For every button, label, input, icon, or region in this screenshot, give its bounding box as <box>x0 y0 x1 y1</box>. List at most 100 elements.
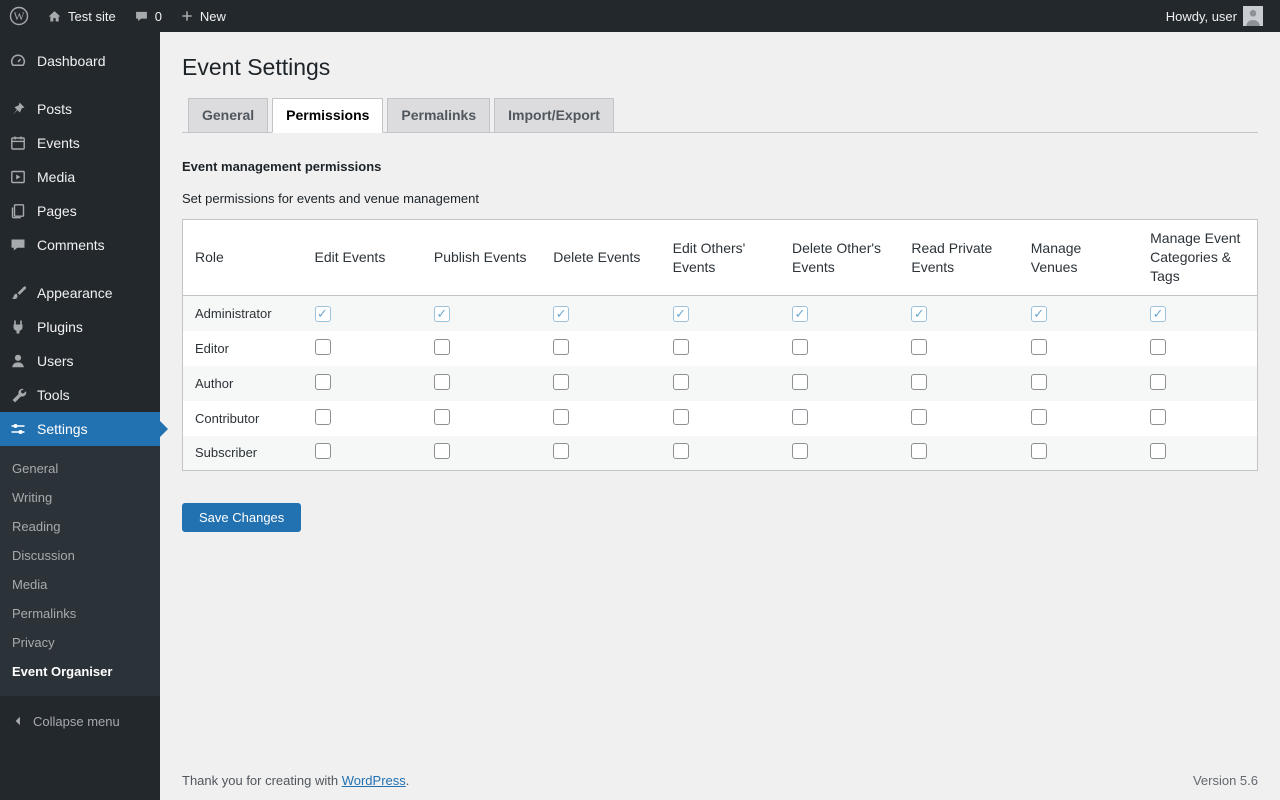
permission-cell <box>899 331 1018 366</box>
permission-cell <box>1019 401 1138 436</box>
submenu-item-reading[interactable]: Reading <box>0 512 160 541</box>
wordpress-link[interactable]: WordPress <box>342 773 406 788</box>
checkbox-contributor-delete-other-s-events[interactable] <box>792 408 808 425</box>
tab-general[interactable]: General <box>188 97 269 134</box>
checkbox-contributor-read-private-events[interactable] <box>911 408 928 425</box>
section-heading: Event management permissions <box>182 159 382 175</box>
sidebar-item-tools[interactable]: Tools <box>0 378 160 412</box>
submenu-item-discussion[interactable]: Discussion <box>0 541 160 570</box>
checkbox-author-edit-events[interactable] <box>314 373 331 390</box>
sidebar-item-posts[interactable]: Posts <box>0 92 160 126</box>
permission-cell <box>780 331 899 366</box>
sidebar-item-appearance[interactable]: Appearance <box>0 276 160 310</box>
checkbox-author-manage-event-categories-tags[interactable] <box>1150 373 1167 390</box>
account-menu[interactable]: Howdy, user <box>1157 6 1272 26</box>
checkbox-editor-edit-others-events[interactable] <box>672 338 689 355</box>
checkbox-editor-manage-venues[interactable] <box>1030 338 1047 355</box>
permission-cell <box>303 331 422 366</box>
permission-cell <box>422 436 541 471</box>
wordpress-icon: W <box>9 6 29 26</box>
permission-cell <box>1019 296 1138 331</box>
submenu-item-event-organiser[interactable]: Event Organiser <box>0 657 160 686</box>
active-menu-arrow <box>160 421 168 437</box>
permission-cell <box>541 401 660 436</box>
checkbox-subscriber-delete-other-s-events[interactable] <box>792 443 808 460</box>
checkbox-editor-edit-events[interactable] <box>314 338 331 355</box>
site-name-menu[interactable]: Test site <box>38 0 125 32</box>
permission-cell <box>780 296 899 331</box>
checkbox-subscriber-read-private-events[interactable] <box>911 443 928 460</box>
sidebar-item-pages[interactable]: Pages <box>0 194 160 228</box>
checkbox-editor-read-private-events[interactable] <box>911 338 928 355</box>
sidebar-item-comments[interactable]: Comments <box>0 228 160 262</box>
collapse-menu-button[interactable]: Collapse menu <box>0 704 160 738</box>
admin-menu: Dashboard Posts Events Media Pages Comments Ap… <box>0 32 168 696</box>
submenu-item-media[interactable]: Media <box>0 570 160 599</box>
role-label: Editor <box>195 340 229 356</box>
tab-import-export[interactable]: Import/Export <box>494 97 614 134</box>
permission-cell <box>1138 436 1257 471</box>
checkbox-subscriber-manage-venues[interactable] <box>1030 443 1047 460</box>
checkbox-author-edit-others-events[interactable] <box>672 373 689 390</box>
checkbox-editor-publish-events[interactable] <box>433 338 450 355</box>
permission-cell <box>1138 296 1257 331</box>
sidebar-item-dashboard[interactable]: Dashboard <box>0 44 160 78</box>
sidebar-item-label: Media <box>37 169 76 185</box>
checkbox-editor-delete-events[interactable] <box>553 338 570 355</box>
checkbox-contributor-publish-events[interactable] <box>433 408 450 425</box>
new-content-menu[interactable]: New <box>171 0 235 32</box>
checkbox-editor-delete-other-s-events[interactable] <box>792 338 808 355</box>
table-row-contributor: Contributor <box>183 401 1258 436</box>
wordpress-logo-menu[interactable]: W <box>0 0 38 32</box>
sidebar-item-settings[interactable]: Settings <box>0 412 168 446</box>
sidebar-item-plugins[interactable]: Plugins <box>0 310 160 344</box>
table-row-editor: Editor <box>183 331 1258 366</box>
submenu-item-general[interactable]: General <box>0 454 160 483</box>
checkbox-subscriber-edit-others-events[interactable] <box>672 443 689 460</box>
save-changes-button[interactable]: Save Changes <box>182 503 302 533</box>
submenu-item-privacy[interactable]: Privacy <box>0 628 160 657</box>
admin-bar-right: Howdy, user <box>1157 6 1280 26</box>
column-header-publish-events: Publish Events <box>433 249 527 266</box>
submenu-item-writing[interactable]: Writing <box>0 483 160 512</box>
checkbox-subscriber-publish-events[interactable] <box>433 443 450 460</box>
submenu-item-permalinks[interactable]: Permalinks <box>0 599 160 628</box>
permission-cell <box>541 331 660 366</box>
checkbox-subscriber-delete-events[interactable] <box>553 443 570 460</box>
sidebar-item-label: Comments <box>37 237 105 253</box>
permission-cell <box>661 366 780 401</box>
avatar <box>1243 6 1263 26</box>
checkbox-contributor-manage-event-categories-tags[interactable] <box>1150 408 1167 425</box>
tab-permissions[interactable]: Permissions <box>272 97 384 134</box>
checkbox-author-delete-other-s-events[interactable] <box>792 373 808 390</box>
comments-menu[interactable]: 0 <box>125 0 171 32</box>
checkbox-author-read-private-events[interactable] <box>911 373 928 390</box>
sidebar-item-users[interactable]: Users <box>0 344 160 378</box>
checkbox-author-publish-events[interactable] <box>433 373 450 390</box>
checkbox-author-manage-venues[interactable] <box>1030 373 1047 390</box>
role-label: Administrator <box>195 305 272 321</box>
sidebar-item-events[interactable]: Events <box>0 126 160 160</box>
checkbox-subscriber-manage-event-categories-tags[interactable] <box>1150 443 1167 460</box>
checkbox-author-delete-events[interactable] <box>553 373 570 390</box>
permission-cell <box>899 436 1018 471</box>
checkbox-subscriber-edit-events[interactable] <box>314 443 331 460</box>
howdy-text: Howdy, user <box>1165 8 1237 24</box>
plus-icon <box>180 9 194 23</box>
permission-cell <box>541 366 660 401</box>
permission-cell <box>1138 331 1257 366</box>
checkbox-administrator-delete-events <box>553 305 570 322</box>
events-icon <box>8 134 28 152</box>
permission-cell <box>303 436 422 471</box>
permission-cell <box>422 401 541 436</box>
sidebar-item-media[interactable]: Media <box>0 160 160 194</box>
tab-permalinks[interactable]: Permalinks <box>387 97 491 134</box>
permission-cell <box>899 401 1018 436</box>
checkbox-contributor-edit-others-events[interactable] <box>672 408 689 425</box>
checkbox-editor-manage-event-categories-tags[interactable] <box>1150 338 1167 355</box>
checkbox-contributor-delete-events[interactable] <box>553 408 570 425</box>
role-label: Author <box>195 375 234 391</box>
permission-cell <box>303 401 422 436</box>
checkbox-contributor-edit-events[interactable] <box>314 408 331 425</box>
checkbox-contributor-manage-venues[interactable] <box>1030 408 1047 425</box>
